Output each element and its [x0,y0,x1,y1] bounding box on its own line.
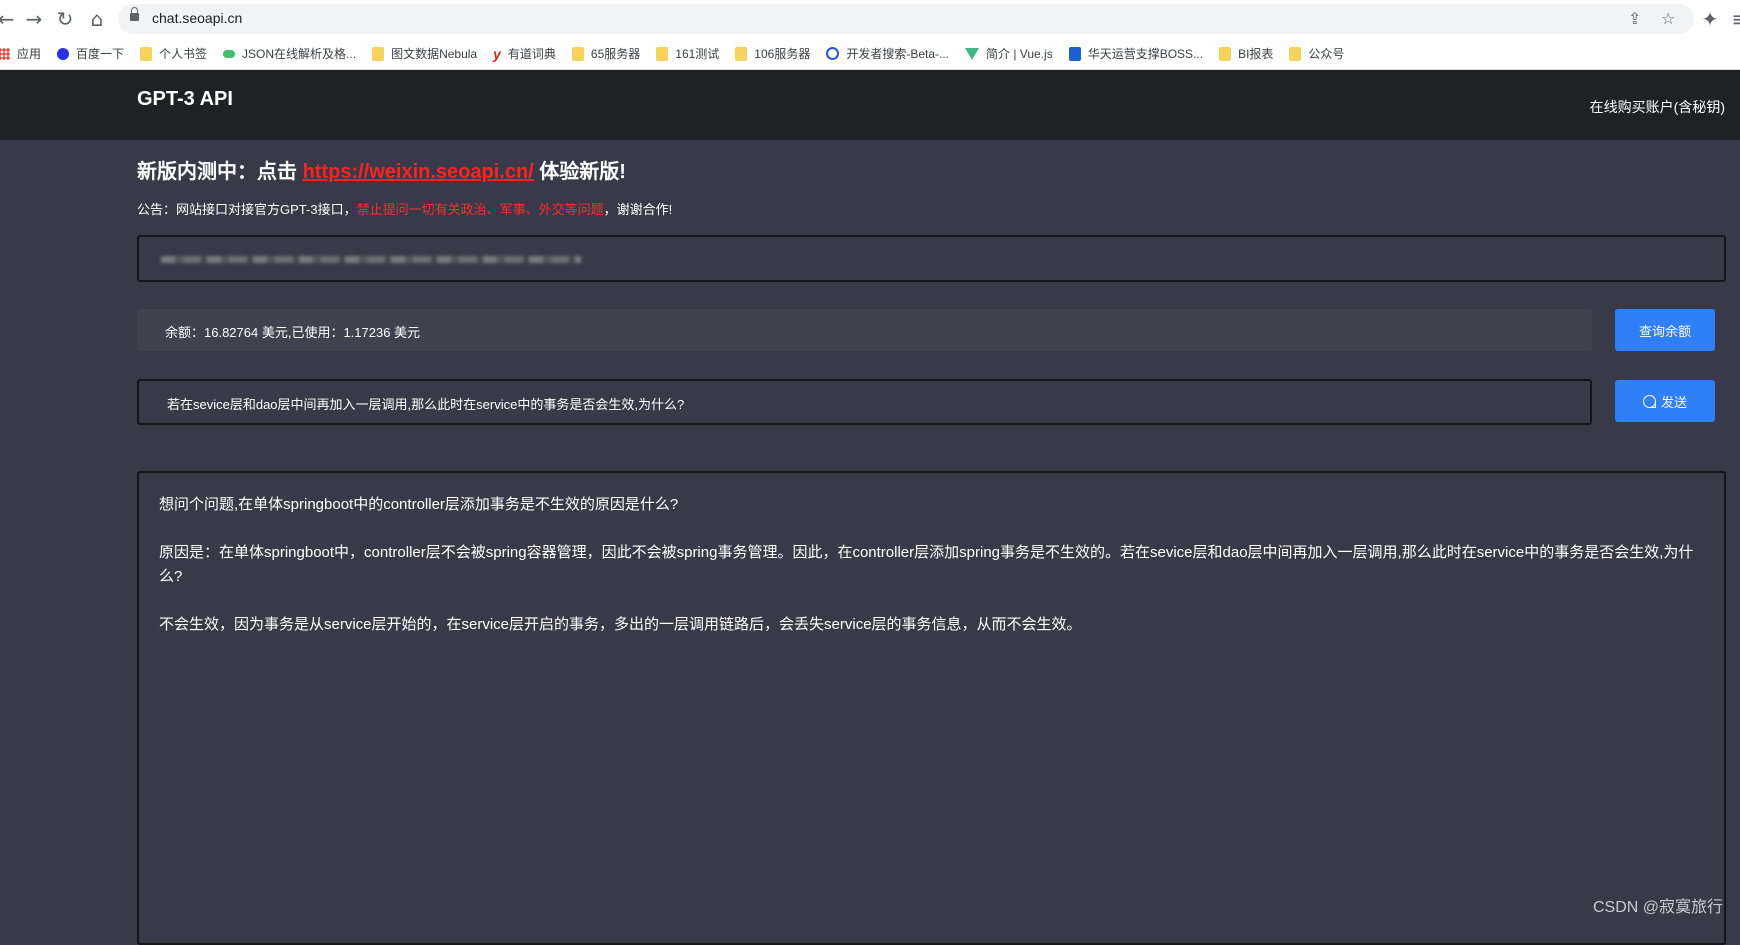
bookmark-personal[interactable]: 个人书签 [140,45,207,62]
bookmark-label: 65服务器 [590,47,641,61]
bookmark-106[interactable]: 106服务器 [735,45,810,62]
bookmark-nebula[interactable]: 图文数据Nebula [372,45,477,62]
buy-account-link[interactable]: 在线购买账户(含秘钥) [1590,97,1725,117]
promo-link[interactable]: https://weixin.seoapi.cn/ [303,161,534,183]
redacted-key [161,256,581,263]
watermark: CSDN @寂寞旅行 [1592,899,1723,916]
site-title[interactable]: GPT-3 API [137,88,233,111]
bookmark-label: JSON在线解析及格... [242,47,357,61]
bookmark-label: 106服务器 [754,47,811,61]
balance-text: 余额：16.82764 美元,已使用：1.17236 美元 [165,325,421,340]
bookmark-label: 图文数据Nebula [391,47,478,61]
bookmark-label: 应用 [17,47,42,61]
bookmark-apps[interactable]: 应用 [0,45,41,62]
answer-paragraph: 原因是：在单体springboot中，controller层不会被spring容… [159,544,1694,585]
lock-icon[interactable] [130,7,139,21]
reload-icon[interactable]: ↻ [51,5,79,33]
bookmark-label: 开发者搜索-Beta-... [846,47,950,61]
bookmark-161[interactable]: 161测试 [656,45,719,62]
bookmarks-bar: 应用 百度一下 个人书签 JSON在线解析及格... 图文数据Nebula y有… [0,38,1740,70]
folder-icon [1289,46,1302,61]
folder-icon [656,46,669,61]
browser-toolbar: ← → ↻ ⌂ chat.seoapi.cn ⇪ ☆ ✦ ≡ [0,0,1740,38]
bookmark-label: BI报表 [1238,47,1274,61]
share-icon[interactable]: ⇪ [1628,9,1641,28]
answer-paragraph: 不会生效，因为事务是从service层开始的，在service层开启的事务，多出… [159,616,1082,633]
bookmark-label: 公众号 [1308,47,1345,61]
bookmark-baidu[interactable]: 百度一下 [57,45,124,62]
bookmark-label: 个人书签 [159,47,208,61]
address-bar[interactable]: chat.seoapi.cn ⇪ ☆ [118,4,1694,34]
notice-warning: 禁止提问一切有关政治、军事、外交等问题 [356,202,604,217]
promo-prefix: 新版内测中：点击 [137,161,303,183]
json-icon [223,49,236,58]
folder-icon [1219,46,1232,61]
huatian-icon [1068,46,1081,61]
home-icon[interactable]: ⌂ [83,5,111,33]
folder-icon [140,46,153,61]
promo-banner: 新版内测中：点击 https://weixin.seoapi.cn/ 体验新版! [137,155,626,184]
folder-icon [372,46,385,61]
bookmark-vue[interactable]: 简介 | Vue.js [965,45,1053,62]
extensions-icon[interactable]: ✦ [1696,5,1724,33]
query-balance-button[interactable]: 查询余额 [1615,309,1715,351]
folder-icon [571,46,584,61]
answer-paragraph: 想问个问题,在单体springboot中的controller层添加事务是不生效… [159,496,679,513]
bookmark-json[interactable]: JSON在线解析及格... [223,45,356,62]
baidu-paw-icon [57,47,70,60]
answer-output[interactable]: 想问个问题,在单体springboot中的controller层添加事务是不生效… [137,471,1726,945]
vue-icon [965,47,980,60]
bookmark-dev-search[interactable]: 开发者搜索-Beta-... [826,45,949,62]
dev-search-icon [826,47,840,60]
bookmark-label: 有道词典 [507,47,556,61]
send-label: 发送 [1660,394,1687,410]
query-balance-label: 查询余额 [1638,323,1691,339]
bookmark-youdao[interactable]: y 有道词典 [493,45,556,62]
bookmark-gzh[interactable]: 公众号 [1289,45,1344,62]
bookmark-label: 华天运营支撑BOSS... [1087,47,1204,61]
site-header: GPT-3 API 在线购买账户(含秘钥) [0,70,1740,140]
bookmark-huatian[interactable]: 华天运营支撑BOSS... [1068,45,1204,62]
menu-icon[interactable]: ≡ [1726,5,1740,33]
send-button[interactable]: 发送 [1615,380,1715,422]
promo-suffix: 体验新版! [533,161,626,183]
bookmark-label: 161测试 [675,47,720,61]
api-key-input[interactable] [137,235,1726,282]
question-input[interactable]: 若在sevice层和dao层中间再加入一层调用,那么此时在service中的事务… [137,379,1592,425]
bookmark-65[interactable]: 65服务器 [571,45,641,62]
notice-suffix: ，谢谢合作! [603,202,673,217]
star-icon[interactable]: ☆ [1661,9,1675,28]
back-icon[interactable]: ← [0,5,20,33]
forward-icon[interactable]: → [20,5,48,33]
balance-display: 余额：16.82764 美元,已使用：1.17236 美元 [137,309,1592,351]
bookmark-bi[interactable]: BI报表 [1219,45,1273,62]
answer-text: 想问个问题,在单体springboot中的controller层添加事务是不生效… [159,493,1704,661]
question-text[interactable]: 若在sevice层和dao层中间再加入一层调用,那么此时在service中的事务… [167,394,684,413]
send-icon [1642,394,1656,408]
folder-icon [735,46,748,61]
url-text[interactable]: chat.seoapi.cn [152,10,242,26]
notice: 公告：网站接口对接官方GPT-3接口，禁止提问一切有关政治、军事、外交等问题，谢… [137,199,672,218]
bookmark-label: 百度一下 [76,47,125,61]
youdao-icon: y [493,45,501,62]
bookmark-label: 简介 | Vue.js [986,47,1053,61]
notice-prefix: 公告：网站接口对接官方GPT-3接口， [137,202,357,217]
apps-grid-icon [0,47,10,60]
